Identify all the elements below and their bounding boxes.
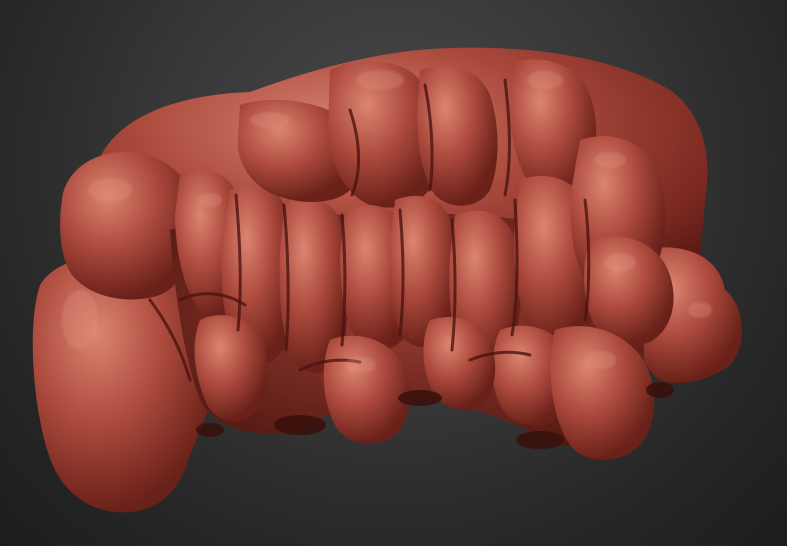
3d-viewport[interactable] xyxy=(0,0,787,546)
clay-sculpt-mesh[interactable] xyxy=(0,0,787,546)
